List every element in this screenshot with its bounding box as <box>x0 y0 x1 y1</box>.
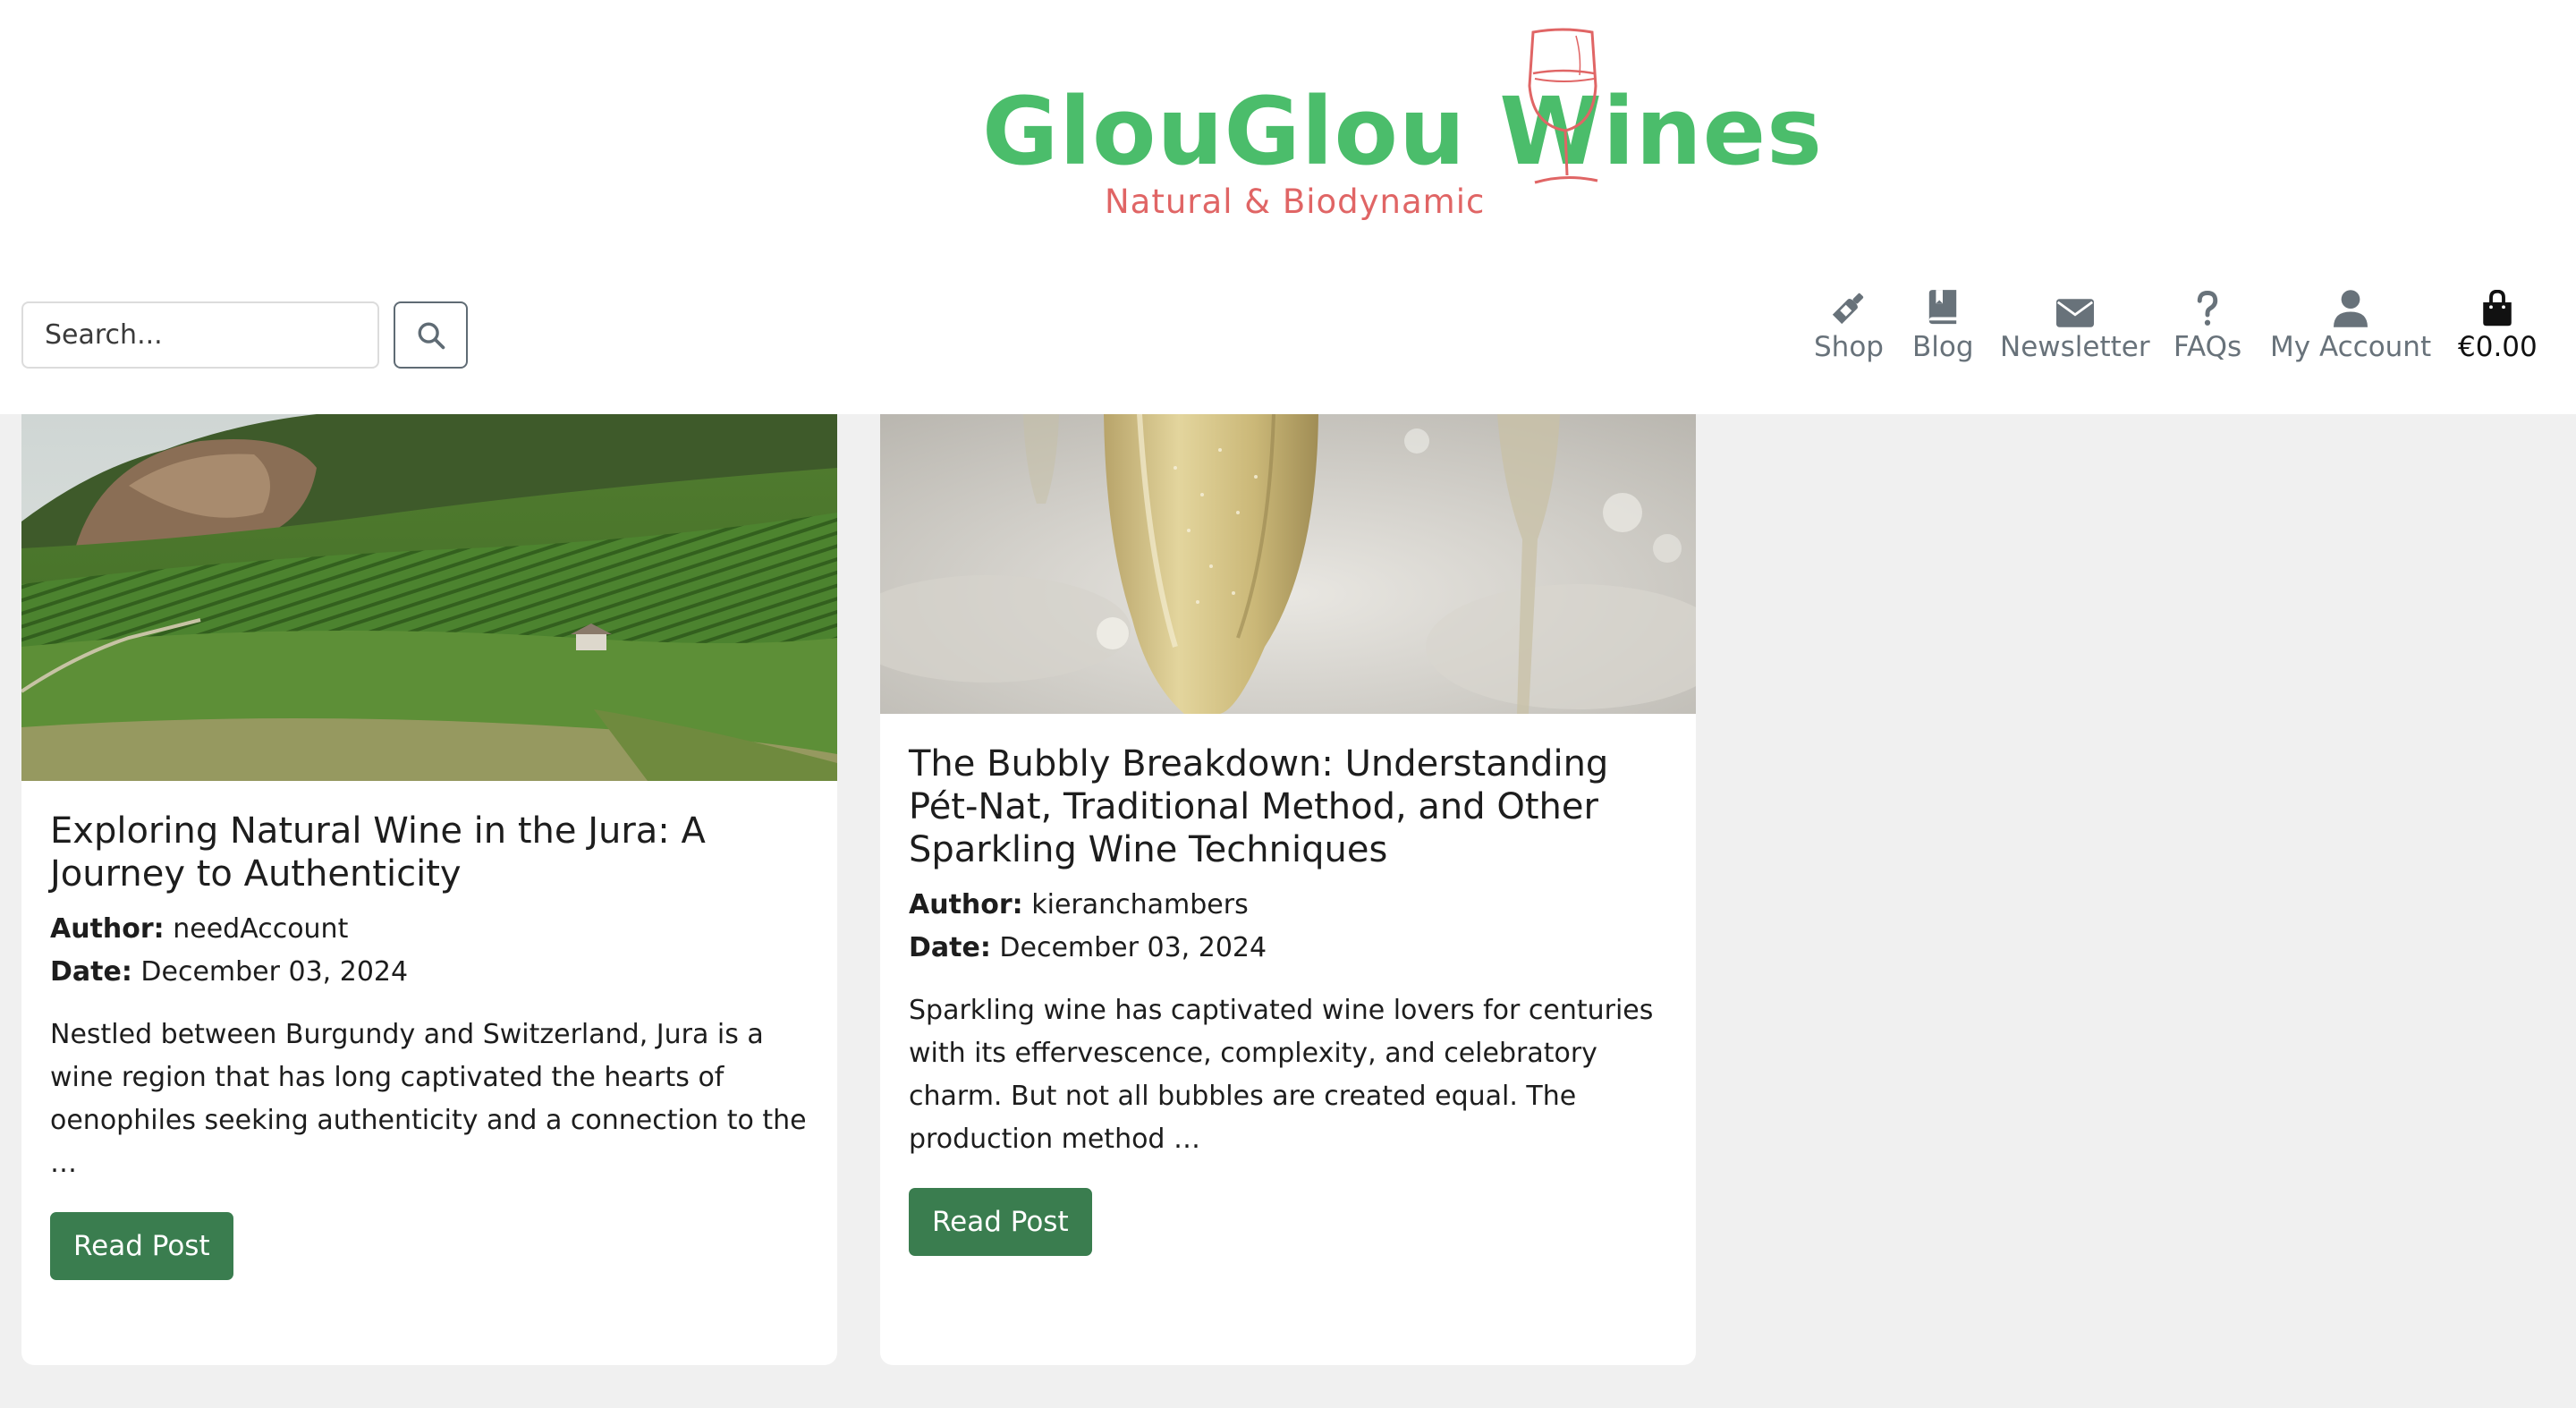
date-label: Date: <box>909 932 991 963</box>
post-date: Date: December 03, 2024 <box>50 951 809 994</box>
author-label: Author: <box>50 913 165 945</box>
date-value: December 03, 2024 <box>140 956 409 988</box>
shopping-bag-icon <box>2483 290 2512 327</box>
site-header: GlouGlou Wines Natural & Biodynamic Sear… <box>0 0 2576 414</box>
user-icon <box>2334 290 2368 327</box>
nav-faqs[interactable]: FAQs <box>2174 286 2241 371</box>
nav-my-account[interactable]: My Account <box>2270 286 2431 371</box>
blog-post-card: The Bubbly Breakdown: Understanding Pét-… <box>880 414 1696 1365</box>
search-icon <box>418 322 445 349</box>
envelope-icon <box>2055 299 2094 327</box>
post-author: Author: needAccount <box>50 908 809 951</box>
nav-cart[interactable]: €0.00 <box>2458 286 2538 371</box>
date-label: Date: <box>50 956 132 988</box>
post-title[interactable]: The Bubbly Breakdown: Understanding Pét-… <box>909 742 1667 871</box>
wine-bottle-icon <box>1832 293 1864 325</box>
search-input[interactable] <box>21 301 379 369</box>
author-name: kieranchambers <box>1031 889 1249 920</box>
sparkling-wine-glass-image[interactable] <box>880 414 1696 714</box>
nav-blog-label: Blog <box>1912 331 1974 363</box>
search-button[interactable] <box>394 301 468 369</box>
wine-glass-icon <box>1528 28 1598 184</box>
post-author: Author: kieranchambers <box>909 884 1667 927</box>
nav-shop[interactable]: Shop <box>1814 286 1884 371</box>
blog-post-card: Exploring Natural Wine in the Jura: A Jo… <box>21 414 837 1365</box>
nav-newsletter[interactable]: Newsletter <box>2000 286 2150 371</box>
nav-blog[interactable]: Blog <box>1912 286 1974 371</box>
book-icon <box>1929 290 1957 325</box>
nav-shop-label: Shop <box>1814 331 1884 363</box>
vineyard-hillside-image[interactable] <box>21 414 837 781</box>
nav-newsletter-label: Newsletter <box>2000 331 2150 363</box>
cart-total: €0.00 <box>2458 331 2538 363</box>
post-excerpt: Nestled between Burgundy and Switzerland… <box>50 1019 807 1179</box>
post-date: Date: December 03, 2024 <box>909 927 1667 970</box>
date-value: December 03, 2024 <box>999 932 1267 963</box>
post-title[interactable]: Exploring Natural Wine in the Jura: A Jo… <box>50 810 809 895</box>
brand-subtitle: Natural & Biodynamic <box>1105 182 1486 221</box>
post-excerpt: Sparkling wine has captivated wine lover… <box>909 995 1654 1155</box>
author-label: Author: <box>909 889 1023 920</box>
nav-faqs-label: FAQs <box>2174 331 2242 363</box>
nav-my-account-label: My Account <box>2270 331 2432 363</box>
read-post-button[interactable]: Read Post <box>50 1212 233 1280</box>
author-name: needAccount <box>173 913 349 945</box>
brand-title: GlouGlou Wines <box>982 77 1824 186</box>
read-post-button[interactable]: Read Post <box>909 1188 1092 1256</box>
brand-logo[interactable]: GlouGlou Wines Natural & Biodynamic <box>975 23 1822 229</box>
question-icon <box>2197 291 2218 326</box>
